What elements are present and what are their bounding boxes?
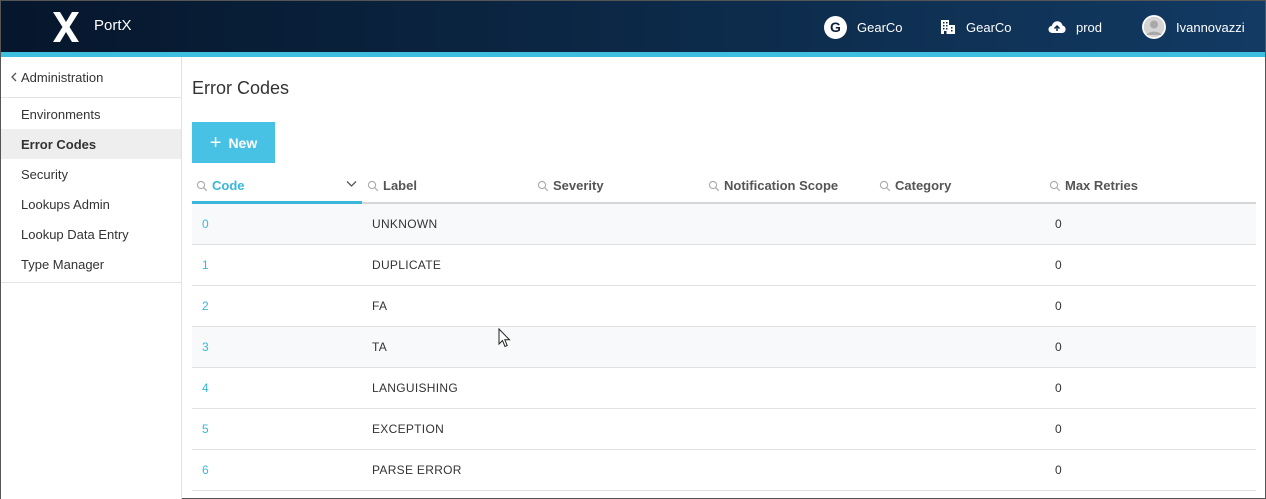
sidebar-menu: Environments Error Codes Security Lookup… bbox=[1, 98, 181, 283]
chevron-down-icon[interactable] bbox=[346, 180, 357, 188]
tenant-label: GearCo bbox=[966, 19, 1012, 35]
top-navigation-bar: PortX G GearCo GearCo prod Ivannovazzi bbox=[1, 1, 1265, 52]
plus-icon: + bbox=[209, 131, 222, 154]
sidebar-item-label: Error Codes bbox=[21, 136, 97, 152]
column-header-code[interactable]: Code bbox=[196, 169, 245, 202]
column-header-max-retries[interactable]: Max Retries bbox=[1049, 169, 1138, 202]
sidebar-item-label: Type Manager bbox=[21, 256, 105, 272]
column-header-label[interactable]: Label bbox=[367, 169, 417, 202]
search-icon[interactable] bbox=[708, 180, 720, 192]
max-retries-cell: 0 bbox=[1055, 340, 1062, 354]
table-row[interactable]: 5 EXCEPTION 0 bbox=[192, 409, 1256, 450]
tenant-switcher[interactable]: GearCo bbox=[940, 15, 1012, 39]
brand-name[interactable]: PortX bbox=[94, 17, 132, 34]
chevron-left-icon bbox=[11, 72, 17, 82]
building-icon bbox=[941, 20, 955, 34]
search-icon[interactable] bbox=[1049, 180, 1061, 192]
label-cell: PARSE ERROR bbox=[372, 463, 462, 477]
code-cell[interactable]: 0 bbox=[202, 204, 209, 244]
column-header-label: Label bbox=[383, 178, 417, 193]
code-cell[interactable]: 3 bbox=[202, 327, 209, 367]
max-retries-cell: 0 bbox=[1055, 299, 1062, 313]
sidebar-back-label: Administration bbox=[21, 69, 104, 85]
sidebar-item-security[interactable]: Security bbox=[1, 159, 181, 189]
max-retries-cell: 0 bbox=[1055, 217, 1062, 231]
max-retries-cell: 0 bbox=[1055, 422, 1062, 436]
label-cell: UNKNOWN bbox=[372, 217, 438, 231]
table-row[interactable]: 6 PARSE ERROR 0 bbox=[192, 450, 1256, 491]
sidebar-item-error-codes[interactable]: Error Codes bbox=[1, 129, 181, 159]
table-row[interactable]: 0 UNKNOWN 0 bbox=[192, 204, 1256, 245]
environment-switcher[interactable]: prod bbox=[1048, 15, 1102, 39]
sidebar: Administration Environments Error Codes … bbox=[1, 57, 182, 499]
column-header-severity[interactable]: Severity bbox=[537, 169, 604, 202]
table-row[interactable]: 2 FA 0 bbox=[192, 286, 1256, 327]
search-icon[interactable] bbox=[196, 180, 208, 192]
user-name: Ivannovazzi bbox=[1176, 19, 1245, 35]
code-cell[interactable]: 6 bbox=[202, 450, 209, 490]
max-retries-cell: 0 bbox=[1055, 381, 1062, 395]
code-cell[interactable]: 2 bbox=[202, 286, 209, 326]
table-row[interactable]: 1 DUPLICATE 0 bbox=[192, 245, 1256, 286]
org-switcher[interactable]: G GearCo bbox=[824, 15, 903, 39]
new-button-label: New bbox=[228, 134, 258, 151]
label-cell: FA bbox=[372, 299, 388, 313]
portx-logo-icon[interactable] bbox=[51, 12, 81, 42]
search-icon[interactable] bbox=[367, 180, 379, 192]
code-cell[interactable]: 4 bbox=[202, 368, 209, 408]
column-header-label: Notification Scope bbox=[724, 178, 839, 193]
label-cell: TA bbox=[372, 340, 388, 354]
sidebar-item-label: Environments bbox=[21, 106, 101, 122]
user-avatar-icon bbox=[1142, 15, 1166, 39]
sidebar-item-environments[interactable]: Environments bbox=[1, 99, 181, 129]
sidebar-item-label: Security bbox=[21, 166, 68, 182]
mouse-cursor-icon bbox=[498, 328, 511, 348]
column-header-notification-scope[interactable]: Notification Scope bbox=[708, 169, 838, 202]
sidebar-item-type-manager[interactable]: Type Manager bbox=[1, 249, 181, 279]
label-cell: EXCEPTION bbox=[372, 422, 445, 436]
label-cell: LANGUISHING bbox=[372, 381, 458, 395]
table-row[interactable]: 3 TA 0 bbox=[192, 327, 1256, 368]
environment-label: prod bbox=[1076, 19, 1103, 35]
column-header-label: Severity bbox=[553, 178, 604, 193]
label-cell: DUPLICATE bbox=[372, 258, 442, 272]
column-header-label: Code bbox=[212, 178, 245, 193]
sidebar-item-lookups-admin[interactable]: Lookups Admin bbox=[1, 189, 181, 219]
code-cell[interactable]: 1 bbox=[202, 245, 209, 285]
org-badge-icon: G bbox=[824, 15, 847, 39]
sidebar-back-link[interactable]: Administration bbox=[1, 57, 181, 98]
max-retries-cell: 0 bbox=[1055, 258, 1062, 272]
new-error-code-button[interactable]: + New bbox=[192, 122, 275, 163]
column-header-label: Category bbox=[895, 178, 952, 193]
avatar bbox=[1142, 15, 1166, 39]
code-cell[interactable]: 5 bbox=[202, 409, 209, 449]
search-icon[interactable] bbox=[537, 180, 549, 192]
org-label: GearCo bbox=[857, 19, 903, 35]
table-header: Code Label Severity Notification Scope C… bbox=[192, 169, 1256, 204]
page-title: Error Codes bbox=[192, 78, 290, 98]
table-row[interactable]: 4 LANGUISHING 0 bbox=[192, 368, 1256, 409]
sidebar-item-lookup-data-entry[interactable]: Lookup Data Entry bbox=[1, 219, 181, 249]
user-menu[interactable]: Ivannovazzi bbox=[1142, 15, 1245, 39]
sidebar-item-label: Lookups Admin bbox=[21, 196, 110, 212]
search-icon[interactable] bbox=[879, 180, 891, 192]
column-header-category[interactable]: Category bbox=[879, 169, 951, 202]
cloud-icon bbox=[1048, 21, 1066, 33]
column-header-label: Max Retries bbox=[1065, 178, 1138, 193]
sidebar-item-label: Lookup Data Entry bbox=[21, 226, 129, 242]
error-codes-table: Code Label Severity Notification Scope C… bbox=[192, 169, 1256, 491]
max-retries-cell: 0 bbox=[1055, 463, 1062, 477]
header-accent-strip bbox=[1, 52, 1265, 57]
